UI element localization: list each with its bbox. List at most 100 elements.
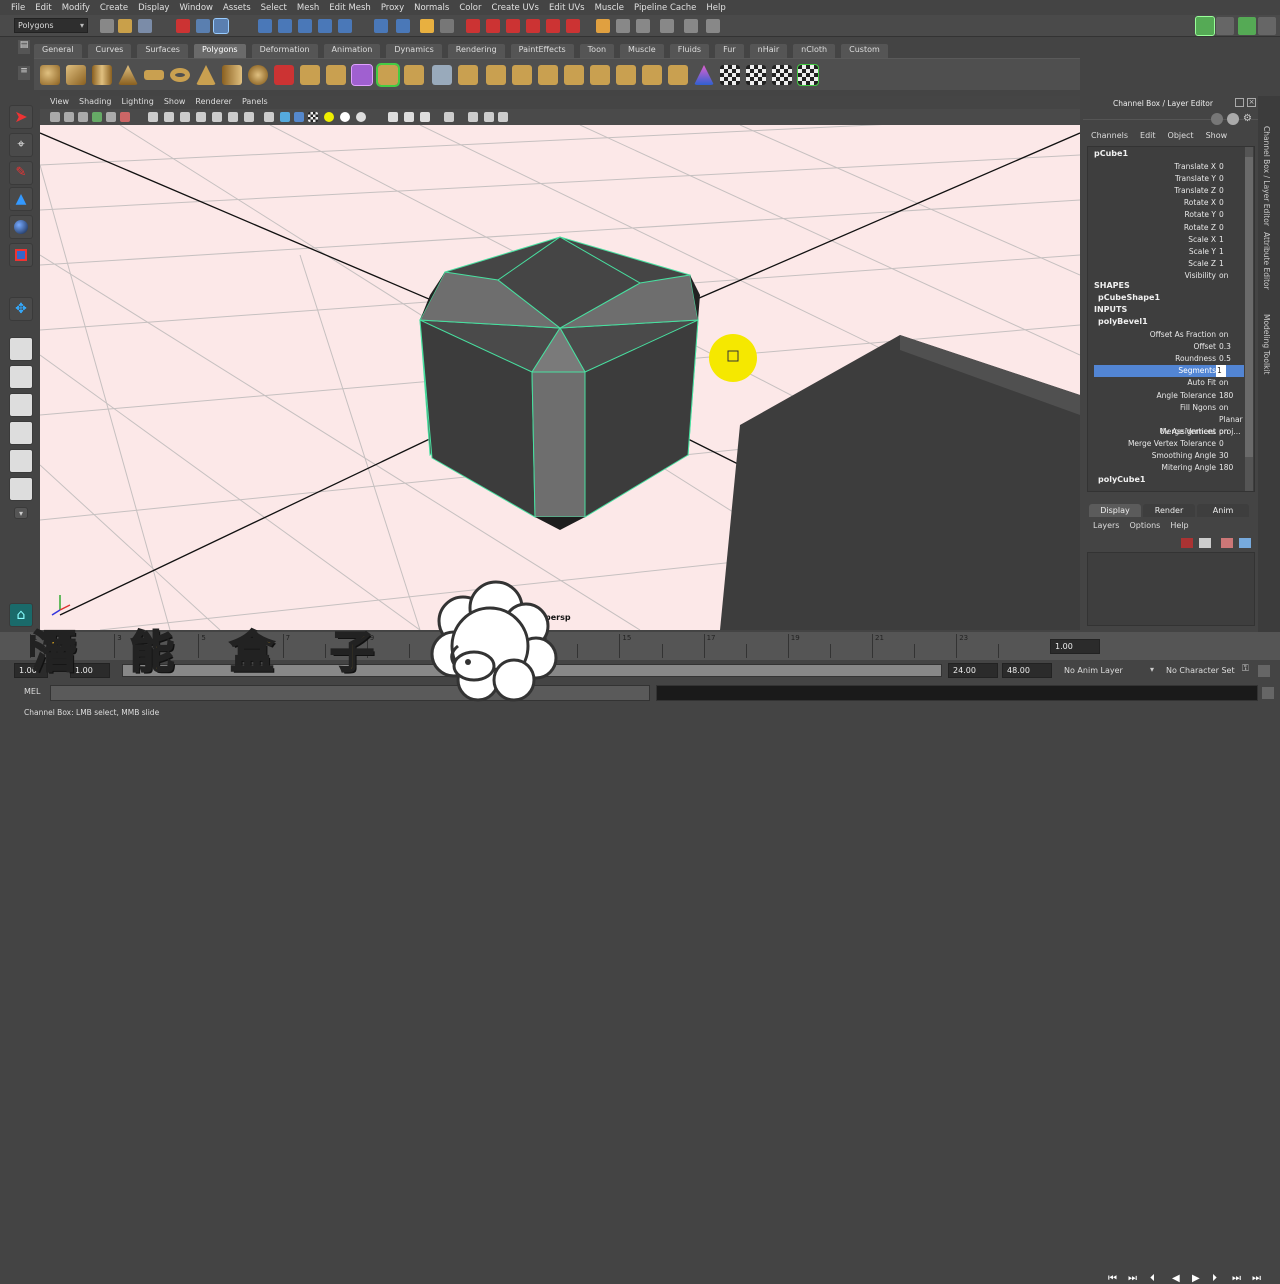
- construction-history-icon[interactable]: [466, 19, 480, 33]
- attr-value[interactable]: 0: [1216, 222, 1244, 234]
- step-forward-icon[interactable]: ⏭: [1232, 1273, 1241, 1284]
- shelf-tab-dynamics[interactable]: Dynamics: [386, 44, 442, 58]
- menu-window[interactable]: Window: [174, 3, 218, 13]
- menu-file[interactable]: File: [6, 3, 30, 13]
- bevel-smoothing-angle[interactable]: Smoothing Angle 30: [1094, 450, 1244, 462]
- attribute-editor-icon[interactable]: [684, 19, 698, 33]
- bevel-offset[interactable]: Offset 0.3: [1094, 341, 1244, 353]
- mirror-icon[interactable]: [404, 65, 424, 85]
- object-name[interactable]: pCube1: [1094, 149, 1128, 158]
- render-frame-icon[interactable]: [486, 19, 500, 33]
- poly-sphere-icon[interactable]: [40, 65, 60, 85]
- uv-spherical-icon[interactable]: [746, 65, 766, 85]
- bevel-uv-assignment[interactable]: Uv AssignmentPlanar proj...: [1094, 414, 1244, 436]
- split-polygon-icon[interactable]: [564, 65, 584, 85]
- channel-scale-y[interactable]: Scale Y1: [1094, 246, 1244, 258]
- menu-normals[interactable]: Normals: [409, 3, 454, 13]
- grease-pencil-icon[interactable]: [120, 112, 130, 122]
- shelf-tab-ncloth[interactable]: nCloth: [793, 44, 836, 58]
- scale-tool-icon[interactable]: [9, 243, 33, 267]
- attr-value[interactable]: 0.5: [1216, 353, 1244, 365]
- menu-edit-uvs[interactable]: Edit UVs: [544, 3, 590, 13]
- render-settings-icon[interactable]: [526, 19, 540, 33]
- tab-modeling-toolkit[interactable]: Modeling Toolkit: [1262, 314, 1271, 374]
- resolution-gate-icon[interactable]: [180, 112, 190, 122]
- menu-display[interactable]: Display: [133, 3, 174, 13]
- layer-menu-help[interactable]: Help: [1170, 521, 1188, 530]
- channel-settings-icon[interactable]: ⚙: [1243, 113, 1255, 125]
- script-editor-icon[interactable]: [1262, 687, 1274, 699]
- tab-channel-box[interactable]: Channel Box / Layer Editor: [1262, 126, 1271, 226]
- attr-value[interactable]: 0: [1216, 173, 1244, 185]
- boolean-diff-icon[interactable]: [458, 65, 478, 85]
- select-tool-icon[interactable]: ➤: [9, 105, 33, 129]
- attr-value[interactable]: 1: [1216, 365, 1226, 378]
- attribute-toggle-icon[interactable]: [1258, 17, 1276, 35]
- offset-edge-loop-icon[interactable]: [616, 65, 636, 85]
- layout-outliner-icon[interactable]: [9, 393, 33, 417]
- ipr-render-icon[interactable]: [506, 19, 520, 33]
- shelf-tab-curves[interactable]: Curves: [87, 44, 132, 58]
- render-view-icon[interactable]: [566, 19, 580, 33]
- channel-rotate-z[interactable]: Rotate Z0: [1094, 222, 1244, 234]
- safe-action-icon[interactable]: [228, 112, 238, 122]
- menu-pipeline-cache[interactable]: Pipeline Cache: [629, 3, 701, 13]
- layer-tab-anim[interactable]: Anim: [1197, 504, 1249, 517]
- camera-select-icon[interactable]: [50, 112, 60, 122]
- sync-icon[interactable]: [484, 112, 494, 122]
- isolate-select-icon[interactable]: [444, 112, 454, 122]
- insert-edge-loop-icon[interactable]: [590, 65, 610, 85]
- safe-title-icon[interactable]: [244, 112, 254, 122]
- shelf-tab-animation[interactable]: Animation: [323, 44, 381, 58]
- shelf-tab-muscle[interactable]: Muscle: [620, 44, 664, 58]
- lock-icon[interactable]: [420, 19, 434, 33]
- step-forward-key-icon[interactable]: ⏵: [1212, 1273, 1217, 1284]
- shelf-options-icon[interactable]: ≡: [18, 66, 30, 80]
- modeling-toolkit-icon[interactable]: [1238, 17, 1256, 35]
- go-to-end-icon[interactable]: ⏭: [1252, 1273, 1261, 1284]
- perspective-viewport[interactable]: persp: [40, 125, 1080, 630]
- symmetry-icon[interactable]: [498, 112, 508, 122]
- boolean-union-icon[interactable]: [432, 65, 452, 85]
- new-layer-selected-icon[interactable]: [1199, 538, 1211, 548]
- step-back-icon[interactable]: ⏭: [1128, 1273, 1137, 1284]
- film-gate-icon[interactable]: [164, 112, 174, 122]
- bevel-icon[interactable]: [376, 63, 400, 87]
- menu-muscle[interactable]: Muscle: [590, 3, 629, 13]
- combine-icon[interactable]: [274, 65, 294, 85]
- layout-uv-icon[interactable]: [9, 477, 33, 501]
- channel-scale-z[interactable]: Scale Z1: [1094, 258, 1244, 270]
- play-forward-icon[interactable]: ▶: [1192, 1273, 1200, 1284]
- layout-four-icon[interactable]: [9, 365, 33, 389]
- viewport-menu-panels[interactable]: Panels: [237, 96, 273, 109]
- grid-toggle-icon[interactable]: [148, 112, 158, 122]
- wireframe-icon[interactable]: [264, 112, 274, 122]
- input-node2-name[interactable]: polyCube1: [1098, 475, 1145, 484]
- extrude-icon[interactable]: [486, 65, 506, 85]
- input-line-icon[interactable]: [596, 19, 610, 33]
- snap-point-icon[interactable]: [298, 19, 312, 33]
- menu-assets[interactable]: Assets: [218, 3, 256, 13]
- menu-help[interactable]: Help: [701, 3, 730, 13]
- poly-soccer-icon[interactable]: [248, 65, 268, 85]
- layout-single-icon[interactable]: [9, 337, 33, 361]
- channel-box-list[interactable]: pCube1 Translate X 0 Translate Y 0 Translate…: [1087, 146, 1255, 492]
- paint-select-icon[interactable]: ✎: [9, 161, 33, 185]
- attr-value[interactable]: 180: [1216, 390, 1244, 402]
- new-scene-icon[interactable]: [100, 19, 114, 33]
- bevel-angle-tolerance[interactable]: Angle Tolerance 180: [1094, 390, 1244, 402]
- shelf-menu-icon[interactable]: ▤: [18, 40, 30, 54]
- channel-menu-channels[interactable]: Channels: [1091, 131, 1128, 140]
- layer-move-up-icon[interactable]: [1221, 538, 1233, 548]
- layer-tab-display[interactable]: Display: [1089, 504, 1141, 517]
- bevel-segments[interactable]: Segments1: [1094, 365, 1244, 378]
- image-plane-icon[interactable]: [92, 112, 102, 122]
- step-back-key-icon[interactable]: ⏴: [1150, 1273, 1155, 1284]
- xray-joints-icon[interactable]: [404, 112, 414, 122]
- shelf-tab-deformation[interactable]: Deformation: [251, 44, 318, 58]
- attr-value[interactable]: on: [1216, 377, 1244, 389]
- rename-icon[interactable]: [636, 19, 650, 33]
- attr-value[interactable]: on: [1216, 426, 1244, 438]
- layout-more-icon[interactable]: ▾: [14, 507, 28, 519]
- channel-menu-edit[interactable]: Edit: [1140, 131, 1156, 140]
